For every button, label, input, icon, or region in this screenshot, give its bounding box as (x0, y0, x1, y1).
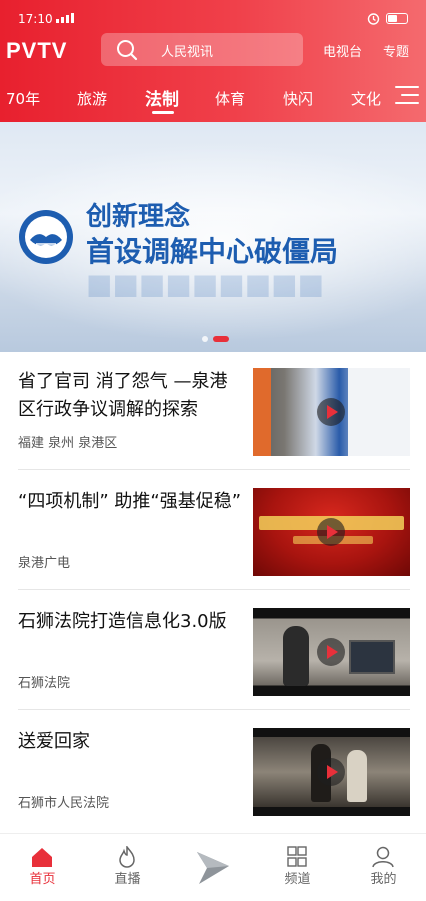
play-icon (317, 758, 345, 786)
play-icon (317, 638, 345, 666)
status-bar: 17:10 (0, 0, 426, 30)
category-tabs: 70年 旅游 法制 体育 快闪 文化 (0, 84, 426, 114)
tab-legal[interactable]: 法制 (145, 85, 179, 110)
mediation-emblem-icon (19, 210, 73, 264)
status-time: 17:10 (18, 12, 53, 26)
tabbar-label: 频道 (284, 872, 311, 887)
tabbar-live[interactable]: 直播 (85, 834, 170, 901)
carousel-dot-active (213, 336, 229, 342)
video-thumbnail[interactable] (253, 728, 410, 816)
app-logo: PVTV (6, 38, 68, 63)
center-logo-icon (197, 852, 229, 884)
banner-reflection: ■■■■■■■■■ (86, 272, 325, 305)
play-icon (317, 518, 345, 546)
video-thumbnail[interactable] (253, 608, 410, 696)
search-icon (117, 40, 138, 61)
battery-icon (386, 13, 408, 24)
item-title: 送爱回家 (18, 731, 90, 752)
item-source: 泉港广电 (18, 556, 71, 571)
user-icon (372, 846, 394, 868)
item-title: “四项机制” 助推“强基促稳” (18, 491, 242, 512)
signal-icon (56, 13, 74, 23)
list-item[interactable]: 省了官司 消了怨气 —泉港区行政争议调解的探索 福建 泉州 泉港区 (0, 352, 426, 470)
item-title: 石狮法院打造信息化3.0版 (18, 611, 227, 632)
item-source: 石狮法院 (18, 676, 71, 691)
search-input[interactable]: 人民视讯 (101, 33, 303, 66)
tv-station-link[interactable]: 电视台 (323, 41, 362, 60)
flame-icon (119, 846, 135, 868)
tabbar-center[interactable] (170, 834, 255, 901)
banner-title-line2: 首设调解中心破僵局 (86, 235, 339, 268)
tabbar-home[interactable]: 首页 (0, 834, 85, 901)
header: 17:10 PVTV 人民视讯 电视台 专题 70年 旅游 法制 体育 快闪 文… (0, 0, 426, 122)
list-item[interactable]: “四项机制” 助推“强基促稳” 泉港广电 (0, 472, 426, 590)
tabbar-mine[interactable]: 我的 (341, 834, 426, 901)
video-thumbnail[interactable] (253, 368, 410, 456)
search-placeholder: 人民视讯 (161, 45, 214, 60)
play-icon (317, 398, 345, 426)
carousel-indicator (202, 336, 229, 342)
grid-icon (287, 846, 307, 867)
banner-title-line1: 创新理念 (86, 202, 191, 232)
tab-sports[interactable]: 体育 (215, 88, 245, 109)
carousel-dot (202, 336, 208, 342)
menu-icon[interactable] (393, 84, 419, 108)
item-title: 省了官司 消了怨气 —泉港区行政争议调解的探索 (18, 371, 228, 420)
active-tab-indicator (152, 111, 174, 114)
item-source: 福建 泉州 泉港区 (18, 436, 118, 451)
banner-carousel[interactable]: 创新理念 首设调解中心破僵局 ■■■■■■■■■ (0, 122, 426, 352)
alarm-icon (367, 13, 380, 25)
tabbar-label: 我的 (370, 872, 397, 887)
topic-link[interactable]: 专题 (383, 41, 409, 60)
item-source: 石狮市人民法院 (18, 796, 110, 811)
tabbar-label: 直播 (114, 872, 141, 887)
list-item[interactable]: 送爱回家 石狮市人民法院 (0, 712, 426, 830)
tab-70years[interactable]: 70年 (6, 88, 40, 109)
bottom-tabbar: 首页 直播 频道 我的 (0, 833, 426, 900)
home-icon (32, 848, 52, 867)
tab-travel[interactable]: 旅游 (77, 88, 107, 109)
tabbar-channels[interactable]: 频道 (255, 834, 340, 901)
tab-flashmob[interactable]: 快闪 (283, 88, 313, 109)
tab-culture[interactable]: 文化 (351, 88, 381, 109)
list-item[interactable]: 石狮法院打造信息化3.0版 石狮法院 (0, 592, 426, 710)
video-thumbnail[interactable] (253, 488, 410, 576)
tabbar-label: 首页 (29, 872, 56, 887)
